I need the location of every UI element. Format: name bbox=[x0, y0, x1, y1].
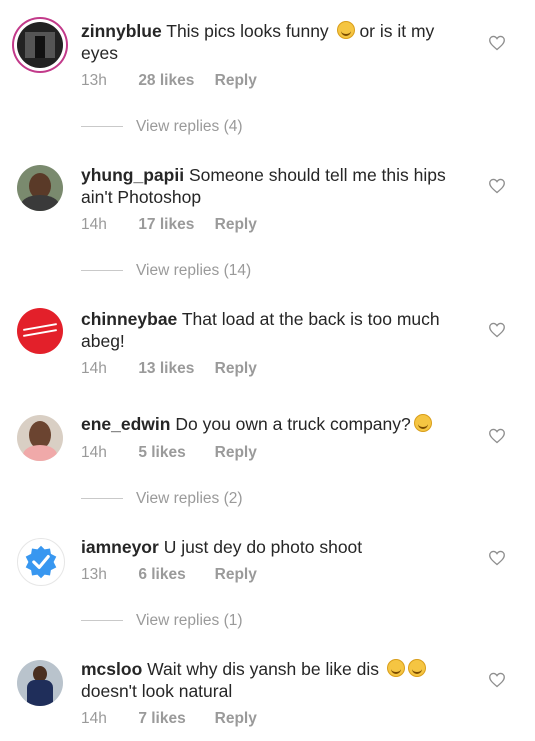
heart-icon[interactable] bbox=[488, 550, 506, 566]
reply-button[interactable]: Reply bbox=[215, 566, 257, 584]
timestamp: 14h bbox=[81, 360, 107, 377]
username[interactable]: ene_edwin bbox=[81, 414, 170, 434]
comment-text: iamneyor U just dey do photo shoot bbox=[81, 537, 363, 557]
heart-icon[interactable] bbox=[488, 672, 506, 688]
divider bbox=[81, 498, 123, 500]
heart-icon[interactable] bbox=[488, 322, 506, 338]
heart-icon[interactable] bbox=[488, 35, 506, 51]
worried-face-emoji-icon bbox=[413, 414, 432, 432]
rofl-face-emoji-icon bbox=[407, 659, 426, 677]
view-replies-link[interactable]: View replies (4) bbox=[81, 118, 243, 136]
comment-meta: 14h 17 likes Reply bbox=[81, 216, 257, 234]
comment-text: mcsloo Wait why dis yansh be like dis do… bbox=[81, 658, 466, 702]
comment-meta: 13h 28 likes Reply bbox=[81, 72, 257, 90]
avatar[interactable] bbox=[17, 165, 63, 211]
divider bbox=[81, 270, 123, 272]
reply-button[interactable]: Reply bbox=[215, 360, 257, 378]
likes-count[interactable]: 17 likes bbox=[138, 216, 210, 234]
comment-meta: 14h 13 likes Reply bbox=[81, 360, 257, 378]
view-replies-link[interactable]: View replies (1) bbox=[81, 612, 243, 630]
avatar[interactable] bbox=[17, 22, 63, 68]
comment-text: zinnyblue This pics looks funny or is it… bbox=[81, 21, 435, 63]
likes-count[interactable]: 6 likes bbox=[138, 566, 210, 584]
likes-count[interactable]: 13 likes bbox=[138, 360, 210, 378]
comment-text: chinneybae That load at the back is too … bbox=[81, 309, 440, 351]
view-replies-link[interactable]: View replies (2) bbox=[81, 490, 243, 508]
rofl-face-emoji-icon bbox=[386, 659, 405, 677]
grinning-face-emoji-icon bbox=[336, 21, 355, 39]
username[interactable]: iamneyor bbox=[81, 537, 159, 557]
username[interactable]: yhung_papii bbox=[81, 165, 184, 185]
avatar[interactable] bbox=[17, 415, 63, 461]
view-replies-link[interactable]: View replies (14) bbox=[81, 262, 251, 280]
heart-icon[interactable] bbox=[488, 428, 506, 444]
divider bbox=[81, 620, 123, 622]
timestamp: 14h bbox=[81, 216, 107, 233]
likes-count[interactable]: 28 likes bbox=[138, 72, 210, 90]
likes-count[interactable]: 5 likes bbox=[138, 444, 210, 462]
username[interactable]: mcsloo bbox=[81, 659, 142, 679]
timestamp: 14h bbox=[81, 444, 107, 461]
avatar[interactable] bbox=[17, 538, 65, 586]
reply-button[interactable]: Reply bbox=[215, 216, 257, 234]
avatar[interactable] bbox=[17, 308, 63, 354]
username[interactable]: chinneybae bbox=[81, 309, 177, 329]
heart-icon[interactable] bbox=[488, 178, 506, 194]
comment-meta: 13h 6 likes Reply bbox=[81, 566, 257, 584]
reply-button[interactable]: Reply bbox=[215, 444, 257, 462]
avatar[interactable] bbox=[17, 660, 63, 706]
username[interactable]: zinnyblue bbox=[81, 21, 162, 41]
verified-badge-icon bbox=[25, 545, 57, 579]
timestamp: 13h bbox=[81, 72, 107, 89]
comment-meta: 14h 5 likes Reply bbox=[81, 444, 257, 462]
comment-text: yhung_papii Someone should tell me this … bbox=[81, 165, 446, 207]
comment-text: ene_edwin Do you own a truck company? bbox=[81, 413, 466, 435]
timestamp: 14h bbox=[81, 710, 107, 727]
comment-meta: 14h 7 likes Reply bbox=[81, 710, 257, 728]
reply-button[interactable]: Reply bbox=[215, 72, 257, 90]
timestamp: 13h bbox=[81, 566, 107, 583]
divider bbox=[81, 126, 123, 128]
reply-button[interactable]: Reply bbox=[215, 710, 257, 728]
likes-count[interactable]: 7 likes bbox=[138, 710, 210, 728]
